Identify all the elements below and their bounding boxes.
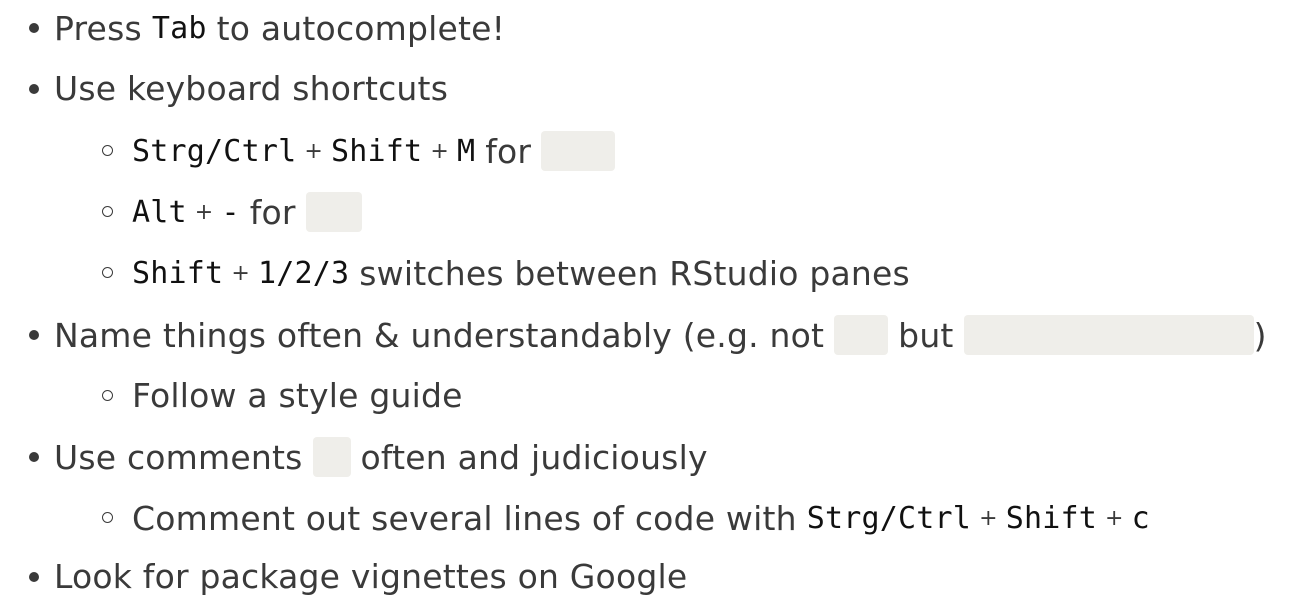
text: ) (1253, 315, 1267, 355)
inline-code (305, 192, 362, 232)
shortcut-key: Strg/Ctrl (806, 500, 972, 536)
list-item-text: Use comments often and judiciously (54, 437, 708, 477)
text: to autocomplete! (216, 8, 506, 48)
text: switches between RStudio panes (359, 253, 910, 293)
bullet-dot (29, 330, 39, 340)
text: Comment out several lines of code with (132, 498, 797, 538)
bullet-circle (102, 145, 113, 156)
plus-sign: + (979, 505, 998, 531)
text: for (249, 192, 296, 232)
shortcut-key: c (1131, 500, 1150, 536)
bullet-circle (102, 512, 113, 523)
bullet-dot (29, 572, 39, 582)
shortcut-key: Shift (1005, 500, 1098, 536)
text: Use comments (54, 437, 303, 477)
shortcut-key: Shift (331, 133, 423, 169)
inline-code (541, 131, 616, 171)
bullet-circle (102, 267, 113, 278)
bullet-circle (102, 390, 113, 401)
plus-sign: + (231, 260, 250, 286)
inline-code (312, 437, 351, 477)
shortcut-key: Tab (151, 10, 207, 46)
shortcut-key: Shift (132, 255, 224, 291)
plus-sign: + (430, 138, 449, 164)
list-item-text: Look for package vignettes on Google (54, 557, 688, 596)
list-item-text: Press Tab to autocomplete! (54, 8, 505, 48)
slide: Press Tab to autocomplete! Use keyboard … (0, 0, 1314, 596)
bullet-dot (29, 23, 39, 33)
shortcut-key: Alt (132, 194, 187, 230)
shortcut-key: M (456, 133, 476, 169)
text: for (485, 131, 532, 171)
list-item-text: Follow a style guide (132, 376, 463, 415)
list-item-text: Name things often & understandably (e.g.… (54, 315, 1267, 355)
text: often and judiciously (360, 437, 708, 477)
text: Press (54, 8, 142, 48)
list-item-text: Strg/Ctrl + Shift + M for (132, 131, 616, 171)
list-item-text: Use keyboard shortcuts (54, 69, 449, 108)
bullet-circle (102, 206, 113, 217)
list-item-text: Shift + 1/2/3 switches between RStudio p… (132, 253, 910, 293)
plus-sign: + (1105, 505, 1124, 531)
shortcut-key: - (221, 194, 240, 230)
plus-sign: + (194, 199, 214, 225)
text: but (898, 315, 954, 355)
bullet-dot (29, 452, 39, 462)
list-item-text: Comment out several lines of code with S… (132, 498, 1150, 538)
inline-code (834, 315, 889, 355)
inline-code (963, 315, 1254, 355)
plus-sign: + (304, 138, 323, 164)
shortcut-key: 1/2/3 (257, 255, 350, 291)
text: Name things often & understandably (e.g.… (54, 315, 825, 355)
shortcut-key: Strg/Ctrl (132, 133, 297, 169)
list-item-text: Alt + - for (132, 192, 362, 232)
bullet-dot (29, 84, 39, 94)
